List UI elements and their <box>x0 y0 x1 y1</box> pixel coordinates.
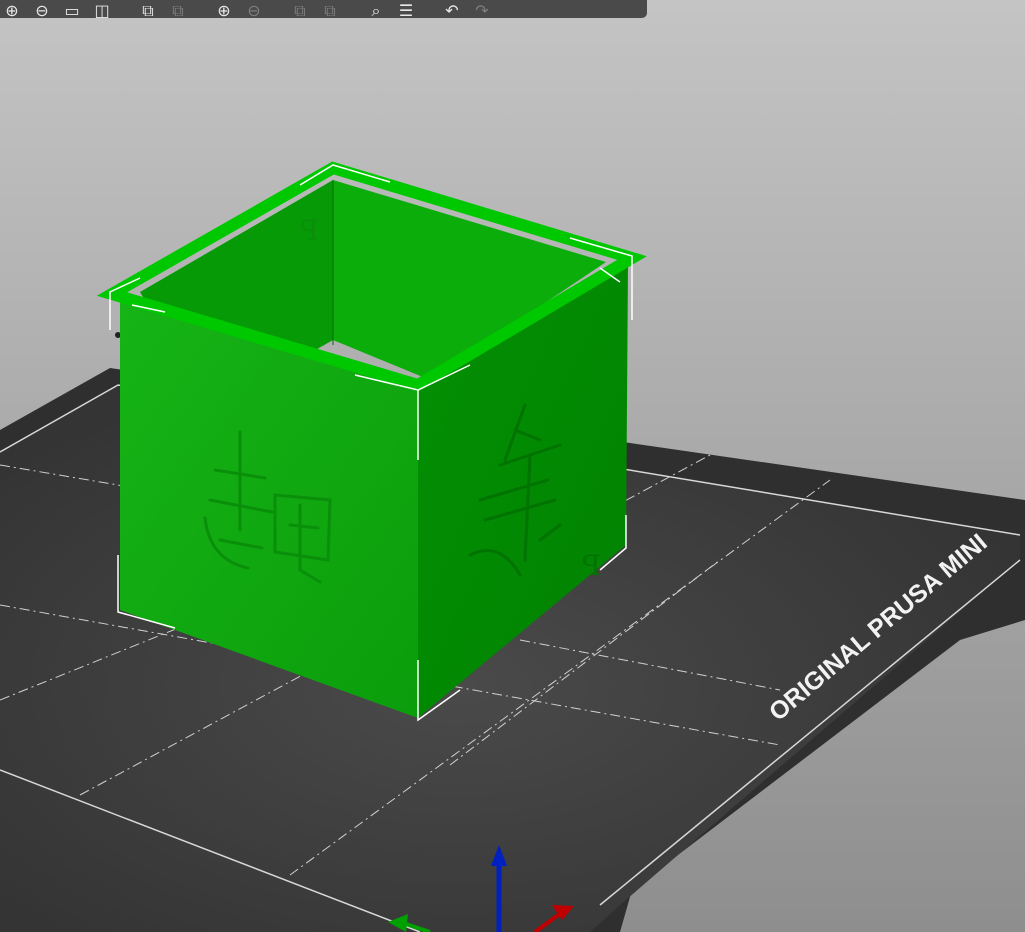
small-mark-right: ꟼ <box>582 549 601 582</box>
add-icon[interactable]: ⊕ <box>0 0 24 19</box>
3d-viewport[interactable]: ORIGINAL PRUSA MINI ꟼ ꟼ <box>0 0 1025 932</box>
small-mark-top: ꟼ <box>300 214 319 247</box>
undo-icon[interactable]: ↶ <box>440 0 464 19</box>
split-objects-icon[interactable]: ⧉ <box>288 0 312 19</box>
paste-icon[interactable]: ⧉ <box>166 0 190 19</box>
split-parts-icon[interactable]: ⧉ <box>318 0 342 19</box>
copy-icon[interactable]: ⧉ <box>136 0 160 19</box>
delete-all-icon[interactable]: ▭ <box>60 0 84 19</box>
remove-instance-icon[interactable]: ⊖ <box>242 0 266 19</box>
add-instance-icon[interactable]: ⊕ <box>212 0 236 19</box>
arrange-icon[interactable]: ◫ <box>90 0 114 19</box>
delete-icon[interactable]: ⊖ <box>30 0 54 19</box>
top-toolbar: ⊕ ⊖ ▭ ◫ ⧉ ⧉ ⊕ ⊖ ⧉ ⧉ ⌕ ☰ ↶ ↷ <box>0 0 647 18</box>
layers-icon[interactable]: ☰ <box>394 0 418 19</box>
search-icon[interactable]: ⌕ <box>364 0 388 19</box>
redo-icon[interactable]: ↷ <box>470 0 494 19</box>
